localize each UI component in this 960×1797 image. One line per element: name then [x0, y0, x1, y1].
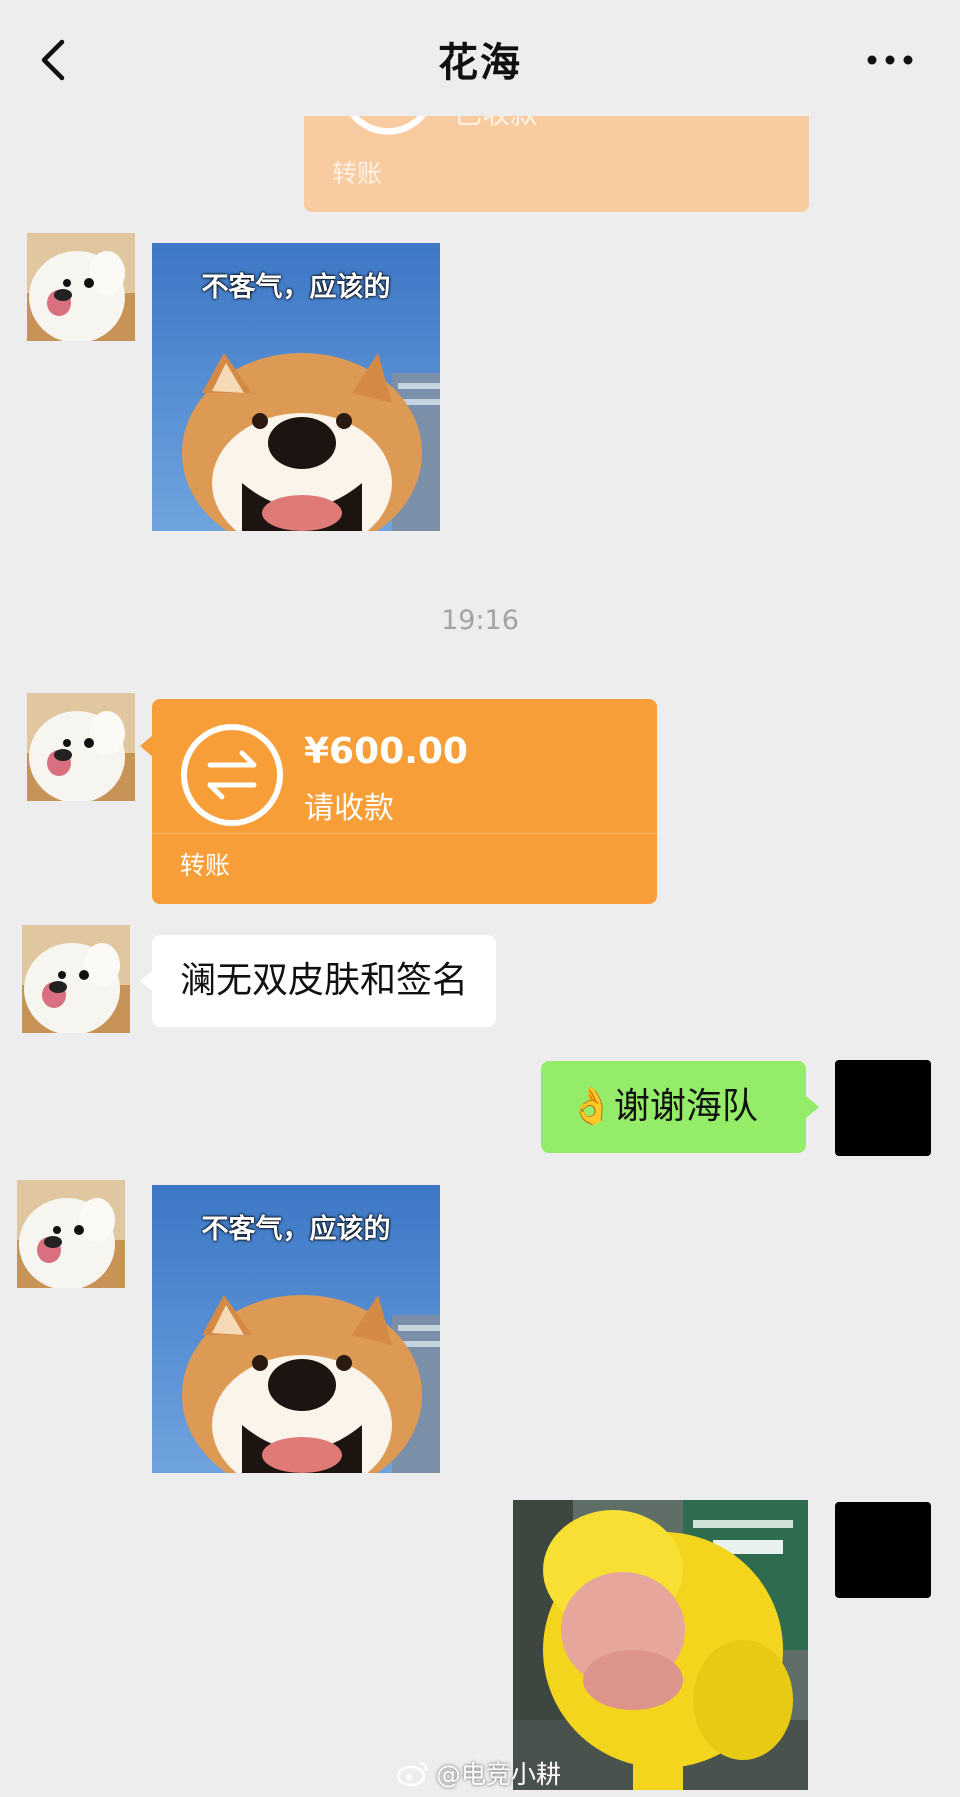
sticker-image-shiba[interactable]: 不客气，应该的	[152, 243, 440, 531]
chat-title: 花海	[438, 40, 522, 86]
chat-header: 花海	[0, 0, 960, 116]
watermark-text: @电竞小耕	[436, 1760, 562, 1789]
sticker-caption: 不客气，应该的	[201, 272, 391, 303]
transfer-label: 转账	[332, 159, 383, 188]
avatar-mine[interactable]	[835, 1060, 931, 1156]
transfer-note: 请收款	[304, 791, 394, 826]
message-text: 谢谢海队	[613, 1086, 758, 1127]
message-timestamp: 19:16	[441, 605, 519, 636]
avatar-mine[interactable]	[835, 1502, 931, 1598]
transfer-arrows-icon	[181, 724, 283, 826]
white-dog-avatar-image	[17, 1180, 125, 1288]
more-button[interactable]	[860, 40, 920, 80]
more-dots-icon	[867, 55, 913, 65]
avatar-other[interactable]	[27, 233, 135, 341]
sticker-image-duck[interactable]	[513, 1500, 808, 1790]
yellow-duck-image	[513, 1500, 808, 1790]
avatar-other[interactable]	[17, 1180, 125, 1288]
transfer-label: 转账	[180, 851, 231, 880]
message-bubble-other[interactable]: 澜无双皮肤和签名	[152, 935, 497, 1027]
white-dog-avatar-image	[27, 233, 135, 341]
bubble-tail	[806, 1096, 819, 1118]
ok-hand-emoji: 👌	[569, 1086, 614, 1127]
sticker-caption: 不客气，应该的	[201, 1214, 391, 1245]
transfer-card[interactable]: ¥600.00 请收款 转账	[152, 699, 657, 904]
white-dog-avatar-image	[22, 925, 130, 1033]
sticker-image-shiba[interactable]: 不客气，应该的	[152, 1185, 440, 1473]
weibo-icon	[396, 1761, 428, 1787]
avatar-other[interactable]	[27, 693, 135, 801]
transfer-divider	[152, 833, 657, 834]
watermark: @电竞小耕	[396, 1755, 561, 1791]
white-dog-avatar-image	[27, 693, 135, 801]
message-bubble-mine[interactable]: 👌谢谢海队	[541, 1061, 806, 1153]
avatar-other[interactable]	[22, 925, 130, 1033]
transfer-amount: ¥600.00	[304, 731, 468, 772]
